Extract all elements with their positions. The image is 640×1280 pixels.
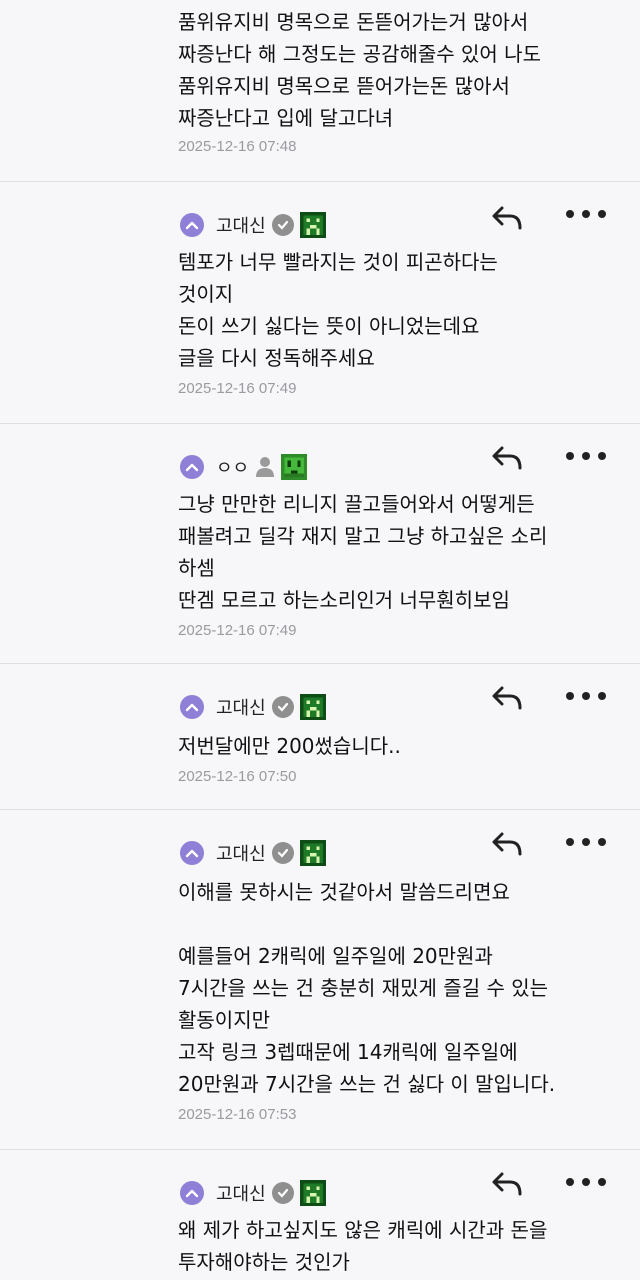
- comment-line: 투자해야하는 것인가: [178, 1250, 350, 1274]
- level-chevron-icon: [180, 455, 204, 479]
- comment-line: 그냥 만만한 리니지 끌고들어와서 어떻게든: [178, 492, 535, 516]
- comment-line: 예를들어 2캐릭에 일주일에 20만원과: [178, 944, 493, 968]
- comment-body: 그냥 만만한 리니지 끌고들어와서 어떻게든 패볼려고 딜각 재지 말고 그냥 …: [178, 488, 622, 616]
- comment-item: 고대신 왜 제가 하고싶지도 않은 캐릭에 시간과 돈을 투자해야하는 것인가: [0, 1150, 640, 1280]
- level-chevron-icon: [180, 213, 204, 237]
- more-options-icon[interactable]: [566, 1166, 606, 1198]
- comment-timestamp: 2025-12-16 07:49: [178, 622, 297, 639]
- author-name[interactable]: 고대신: [216, 212, 266, 238]
- comment-line: 것이지: [178, 282, 234, 306]
- level-chevron-icon: [180, 695, 204, 719]
- comment-line: 20만원과 7시간을 쓰는 건 싫다 이 말입니다.: [178, 1072, 556, 1096]
- more-options-icon[interactable]: [566, 198, 606, 230]
- comment-line: 하셈: [178, 556, 215, 580]
- comment-item: 고대신 저번달에만 200썼습니다.. 2025-12-16 07:50: [0, 664, 640, 810]
- author-name[interactable]: 고대신: [216, 694, 266, 720]
- comment-header: ㅇㅇ: [180, 452, 308, 482]
- check-badge-icon: [271, 1182, 294, 1204]
- comment-item: 고대신 템포가 너무 빨라지는 것이 피곤하다는 것이지 돈이 쓰기 싫다는 뜻…: [0, 182, 640, 424]
- comment-body: 왜 제가 하고싶지도 않은 캐릭에 시간과 돈을 투자해야하는 것인가: [178, 1214, 622, 1278]
- more-options-icon[interactable]: [566, 826, 606, 858]
- author-name[interactable]: 고대신: [216, 1180, 266, 1206]
- comment-line: 템포가 너무 빨라지는 것이 피곤하다는: [178, 250, 498, 274]
- pixel-avatar-icon: [299, 840, 326, 866]
- reply-icon[interactable]: [490, 1168, 526, 1200]
- comment-line: 짜증난다 해 그정도는 공감해줄수 있어 나도: [178, 42, 541, 66]
- comment-line: 품위유지비 명목으로 돈뜯어가는거 많아서: [178, 10, 529, 34]
- comment-header: 고대신: [180, 692, 326, 722]
- comment-body: 품위유지비 명목으로 돈뜯어가는거 많아서 짜증난다 해 그정도는 공감해줄수 …: [178, 6, 622, 134]
- check-badge-icon: [271, 696, 294, 718]
- comment-item: ㅇㅇ 그냥 만만한 리니지 끌고들어와서 어떻게든 패볼려고 딜각 재지 말고 …: [0, 424, 640, 664]
- comment-body: 템포가 너무 빨라지는 것이 피곤하다는 것이지 돈이 쓰기 싫다는 뜻이 아니…: [178, 246, 622, 374]
- person-icon: [256, 457, 275, 477]
- pixel-avatar-icon: [299, 1180, 326, 1206]
- reply-icon[interactable]: [490, 442, 526, 474]
- comment-line: 글을 다시 정독해주세요: [178, 346, 375, 370]
- comment-item: 품위유지비 명목으로 돈뜯어가는거 많아서 짜증난다 해 그정도는 공감해줄수 …: [0, 0, 640, 182]
- comment-line: 저번달에만 200썼습니다..: [178, 734, 401, 758]
- level-chevron-icon: [180, 1181, 204, 1205]
- reply-icon[interactable]: [490, 682, 526, 714]
- pixel-avatar-icon: [281, 454, 308, 480]
- pixel-avatar-icon: [299, 694, 326, 720]
- comment-header: 고대신: [180, 1178, 326, 1208]
- comment-line: 짜증난다고 입에 달고다녀: [178, 106, 394, 130]
- comment-line: [178, 908, 622, 940]
- comment-header: 고대신: [180, 838, 326, 868]
- comment-line: 이해를 못하시는 것같아서 말씀드리면요: [178, 880, 510, 904]
- comment-timestamp: 2025-12-16 07:49: [178, 380, 297, 397]
- comment-line: 활동이지만: [178, 1008, 270, 1032]
- comment-timestamp: 2025-12-16 07:53: [178, 1106, 297, 1123]
- more-options-icon[interactable]: [566, 440, 606, 472]
- comment-line: 7시간을 쓰는 건 충분히 재밌게 즐길 수 있는: [178, 976, 549, 1000]
- comment-line: 돈이 쓰기 싫다는 뜻이 아니었는데요: [178, 314, 480, 338]
- author-name[interactable]: 고대신: [216, 840, 266, 866]
- comment-body: 이해를 못하시는 것같아서 말씀드리면요 예를들어 2캐릭에 일주일에 20만원…: [178, 876, 622, 1100]
- comment-body: 저번달에만 200썼습니다..: [178, 730, 622, 762]
- more-options-icon[interactable]: [566, 680, 606, 712]
- comment-line: 고작 링크 3렙때문에 14캐릭에 일주일에: [178, 1040, 518, 1064]
- comment-line: 딴겜 모르고 하는소리인거 너무훤히보임: [178, 588, 510, 612]
- level-chevron-icon: [180, 841, 204, 865]
- comment-line: 왜 제가 하고싶지도 않은 캐릭에 시간과 돈을: [178, 1218, 548, 1242]
- reply-icon[interactable]: [490, 202, 526, 234]
- comment-line: 품위유지비 명목으로 뜯어가는돈 많아서: [178, 74, 510, 98]
- reply-icon[interactable]: [490, 828, 526, 860]
- comment-item: 고대신 이해를 못하시는 것같아서 말씀드리면요 예를들어 2캐릭에 일주일에 …: [0, 810, 640, 1150]
- comment-timestamp: 2025-12-16 07:50: [178, 768, 297, 785]
- comment-header: 고대신: [180, 210, 326, 240]
- comment-line: 패볼려고 딜각 재지 말고 그냥 하고싶은 소리: [178, 524, 548, 548]
- check-badge-icon: [271, 842, 294, 864]
- comment-timestamp: 2025-12-16 07:48: [178, 138, 297, 155]
- check-badge-icon: [271, 214, 294, 236]
- author-name[interactable]: ㅇㅇ: [216, 454, 249, 480]
- pixel-avatar-icon: [299, 212, 326, 238]
